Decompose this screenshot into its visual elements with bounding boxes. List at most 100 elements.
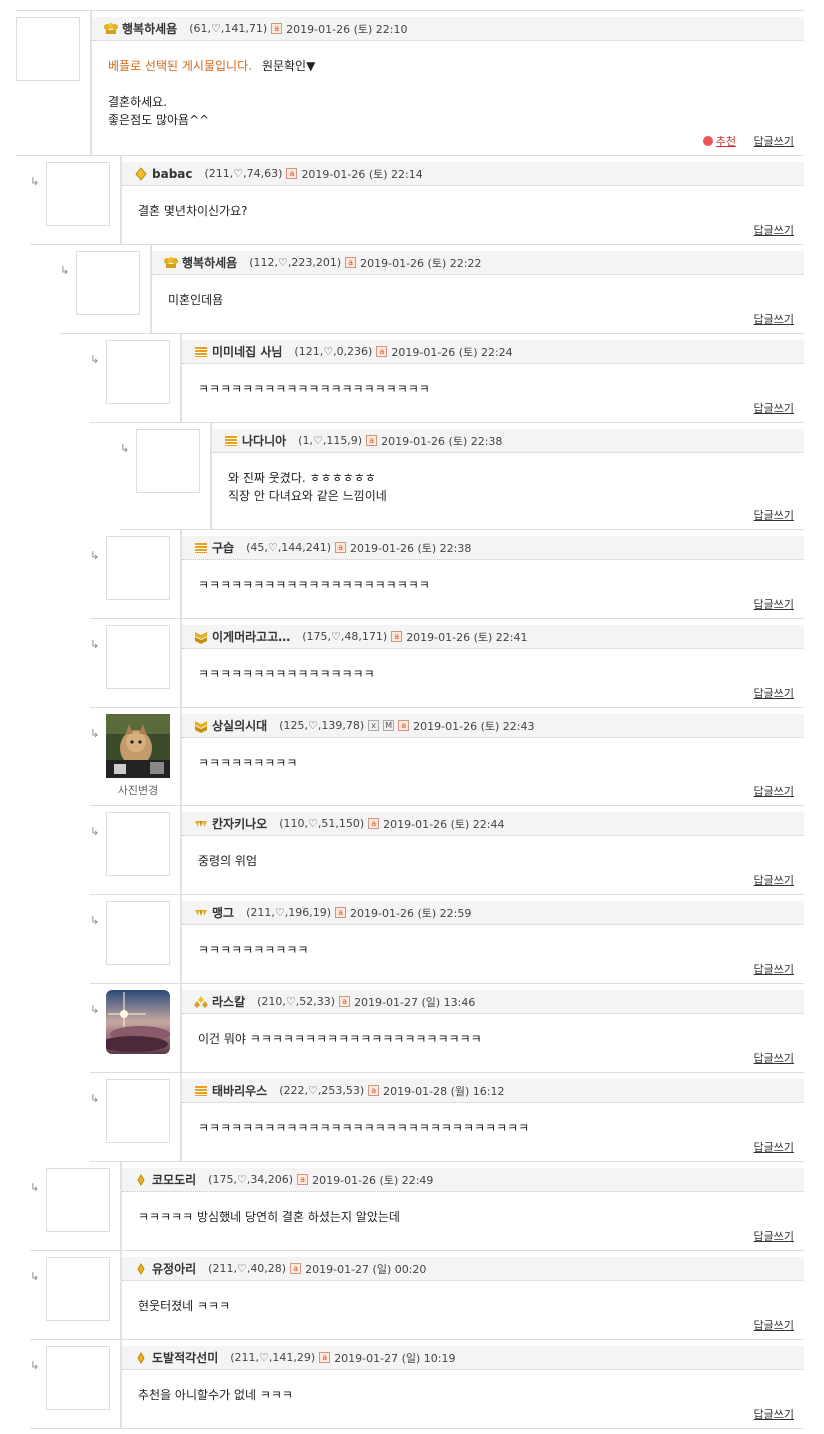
comment-item: ↳ 맹그 (211,♡,196,19) a 2019-01-26 (토) 22:… xyxy=(90,895,804,984)
nickname[interactable]: 미미네집 사님 xyxy=(212,343,282,360)
comment-date: 2019-01-26 (토) 22:22 xyxy=(360,256,482,270)
profile-badge-icon[interactable]: a xyxy=(368,1085,380,1096)
comment-body: 이건 뭐야 ㅋㅋㅋㅋㅋㅋㅋㅋㅋㅋㅋㅋㅋㅋㅋㅋㅋㅋㅋㅋㅋ xyxy=(198,1032,482,1046)
original-link[interactable]: 원문확인▼ xyxy=(262,59,315,73)
nickname[interactable]: 구습 xyxy=(212,539,234,556)
profile-badge-icon[interactable]: a xyxy=(398,720,410,731)
recommend-button[interactable]: 추천 xyxy=(702,133,736,149)
comment-body: 와 진짜 웃겼다. ㅎㅎㅎㅎㅎㅎ 직장 안 다녀요와 같은 느낌이네 xyxy=(228,469,794,505)
nickname[interactable]: 이게머라고고… xyxy=(212,628,290,645)
comment-body: ㅋㅋㅋㅋㅋㅋㅋㅋㅋㅋㅋㅋㅋㅋㅋㅋ xyxy=(198,667,375,681)
nickname[interactable]: babac xyxy=(152,167,193,181)
reply-arrow-icon: ↳ xyxy=(30,1359,40,1372)
avatar[interactable] xyxy=(46,1346,110,1410)
reply-button[interactable]: 답글쓰기 xyxy=(754,685,794,701)
thumb-up-icon xyxy=(702,136,713,146)
avatar[interactable] xyxy=(46,162,110,226)
comment-header: 나다니아 (1,♡,115,9) a 2019-01-26 (토) 22:38 xyxy=(212,429,804,453)
nickname[interactable]: 칸자키나오 xyxy=(212,815,267,832)
comment-item: ↳ 태바리우스 (222,♡,253,53) a 2019-01-28 (월) … xyxy=(90,1073,804,1162)
nickname[interactable]: 라스칼 xyxy=(212,993,245,1010)
reply-button[interactable]: 답글쓰기 xyxy=(754,961,794,977)
comment-line: 와 진짜 웃겼다. ㅎㅎㅎㅎㅎㅎ xyxy=(228,471,376,485)
comment-header: 칸자키나오 (110,♡,51,150) a 2019-01-26 (토) 22… xyxy=(182,812,804,836)
avatar[interactable] xyxy=(106,990,170,1054)
comment-content: 나다니아 (1,♡,115,9) a 2019-01-26 (토) 22:38 … xyxy=(210,423,804,529)
comment-item: ↳ 칸자키나오 (110,♡,51,150) a 2019-01-26 (토) … xyxy=(90,806,804,895)
nickname[interactable]: 맹그 xyxy=(212,904,234,921)
bars-icon xyxy=(195,542,207,553)
profile-badge-icon[interactable]: a xyxy=(368,818,380,829)
avatar[interactable] xyxy=(106,1079,170,1143)
nickname[interactable]: 태바리우스 xyxy=(212,1082,267,1099)
reply-button[interactable]: 답글쓰기 xyxy=(754,133,794,149)
nickname[interactable]: 행복하세욤 xyxy=(182,254,237,271)
profile-badge-icon[interactable]: a xyxy=(286,168,298,179)
reply-button[interactable]: 답글쓰기 xyxy=(754,1139,794,1155)
profile-badge-icon[interactable]: a xyxy=(366,435,378,446)
reply-button[interactable]: 답글쓰기 xyxy=(754,400,794,416)
reply-button[interactable]: 답글쓰기 xyxy=(754,1228,794,1244)
comment-body: 결혼 몇년차이신가요? xyxy=(138,204,248,218)
reply-button[interactable]: 답글쓰기 xyxy=(754,596,794,612)
comment-date: 2019-01-27 (일) 13:46 xyxy=(354,995,476,1009)
avatar[interactable] xyxy=(106,714,170,778)
avatar[interactable] xyxy=(106,812,170,876)
comment-content: 맹그 (211,♡,196,19) a 2019-01-26 (토) 22:59… xyxy=(180,895,804,983)
change-photo-link[interactable]: 사진변경 xyxy=(106,782,170,798)
profile-badge-icon[interactable]: a xyxy=(345,257,357,268)
reply-button[interactable]: 답글쓰기 xyxy=(754,1050,794,1066)
avatar[interactable] xyxy=(46,1168,110,1232)
comment-date: 2019-01-26 (토) 22:14 xyxy=(301,167,423,181)
comment-date: 2019-01-27 (일) 10:19 xyxy=(334,1351,456,1365)
reply-button[interactable]: 답글쓰기 xyxy=(754,783,794,799)
comment-header: 구습 (45,♡,144,241) a 2019-01-26 (토) 22:38 xyxy=(182,536,804,560)
nickname[interactable]: 상실의시대 xyxy=(212,717,267,734)
profile-badge-icon[interactable]: a xyxy=(297,1174,309,1185)
nickname[interactable]: 행복하세욤 xyxy=(122,20,177,37)
reply-button[interactable]: 답글쓰기 xyxy=(754,872,794,888)
gem-cluster-icon xyxy=(194,995,208,1008)
avatar[interactable] xyxy=(106,536,170,600)
avatar[interactable] xyxy=(106,340,170,404)
reply-button[interactable]: 답글쓰기 xyxy=(754,311,794,327)
avatar[interactable] xyxy=(16,17,80,81)
nickname[interactable]: 도발적각선미 xyxy=(152,1349,218,1366)
comment-content: 태바리우스 (222,♡,253,53) a 2019-01-28 (월) 16… xyxy=(180,1073,804,1161)
diamond-icon xyxy=(135,166,147,181)
profile-badge-icon[interactable]: a xyxy=(376,346,388,357)
nickname[interactable]: 코모도리 xyxy=(152,1171,196,1188)
reply-arrow-icon: ↳ xyxy=(90,914,100,927)
comment-date: 2019-01-26 (토) 22:38 xyxy=(350,541,472,555)
nickname[interactable]: 유정아리 xyxy=(152,1260,196,1277)
reply-button[interactable]: 답글쓰기 xyxy=(754,507,794,523)
avatar[interactable] xyxy=(76,251,140,315)
profile-badge-icon[interactable]: a xyxy=(319,1352,331,1363)
nickname[interactable]: 나다니아 xyxy=(242,432,286,449)
profile-badge-icon[interactable]: a xyxy=(271,23,283,34)
comment-date: 2019-01-27 (일) 00:20 xyxy=(305,1262,427,1276)
profile-badge-icon[interactable]: a xyxy=(335,907,347,918)
avatar[interactable] xyxy=(46,1257,110,1321)
reply-arrow-icon: ↳ xyxy=(90,353,100,366)
profile-badge-icon[interactable]: a xyxy=(335,542,347,553)
profile-badge-icon[interactable]: a xyxy=(339,996,351,1007)
comment-date: 2019-01-26 (토) 22:10 xyxy=(286,22,408,36)
comment-content: 이게머라고고… (175,♡,48,171) a 2019-01-26 (토) … xyxy=(180,619,804,707)
avatar[interactable] xyxy=(106,901,170,965)
profile-badge-icon[interactable]: a xyxy=(290,1263,302,1274)
comment-header: 라스칼 (210,♡,52,33) a 2019-01-27 (일) 13:46 xyxy=(182,990,804,1014)
reply-button[interactable]: 답글쓰기 xyxy=(754,1317,794,1333)
comment-item: ↳ babac (211,♡,74,63) a 2019-01-26 (토) 2… xyxy=(30,156,804,245)
reply-button[interactable]: 답글쓰기 xyxy=(754,222,794,238)
block-badge-icon[interactable]: x xyxy=(368,720,380,731)
comment-body: 중령의 위엄 xyxy=(198,854,258,868)
avatar[interactable] xyxy=(106,625,170,689)
wings-icon xyxy=(195,820,207,827)
bars-icon xyxy=(225,435,237,446)
profile-badge-icon[interactable]: a xyxy=(391,631,403,642)
memo-badge-icon[interactable]: M xyxy=(383,720,395,731)
avatar[interactable] xyxy=(136,429,200,493)
comment-date: 2019-01-26 (토) 22:41 xyxy=(406,630,528,644)
reply-button[interactable]: 답글쓰기 xyxy=(754,1406,794,1422)
